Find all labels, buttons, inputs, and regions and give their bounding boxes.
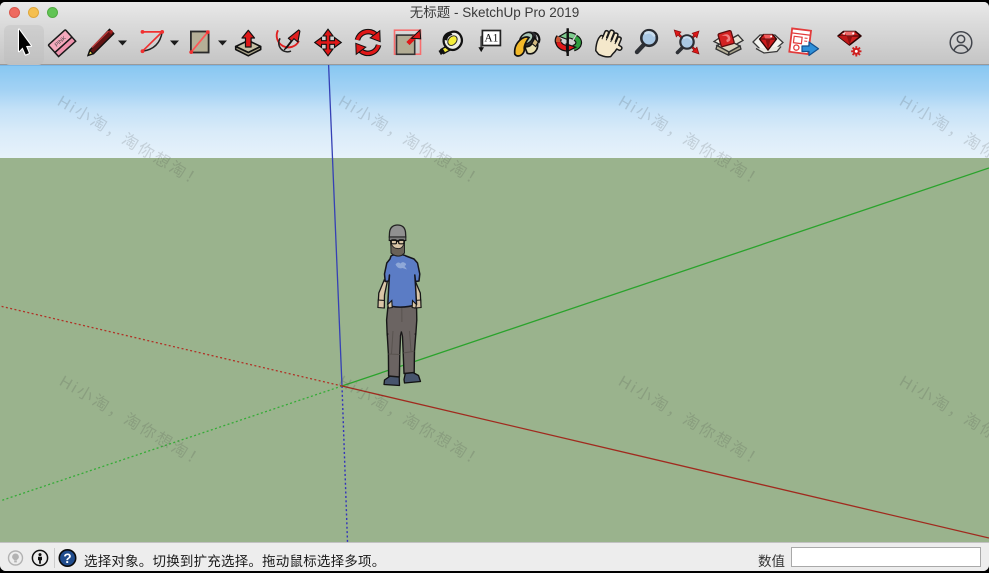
svg-text:?: ? bbox=[63, 551, 71, 566]
svg-text:A1: A1 bbox=[484, 33, 498, 45]
